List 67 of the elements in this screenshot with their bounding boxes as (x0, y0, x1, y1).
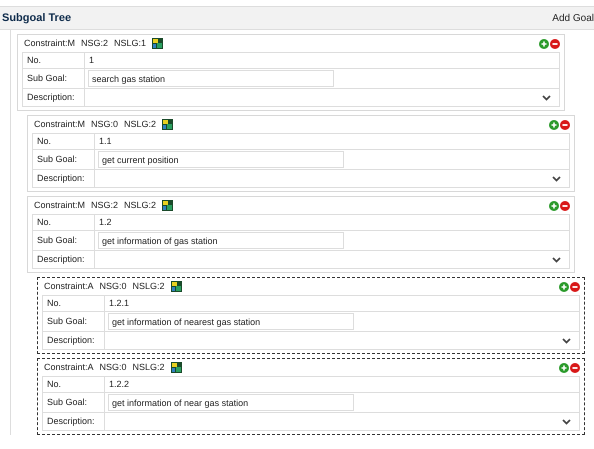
field-label: Description: (33, 170, 95, 187)
nsg-label: NSG:0 (100, 360, 127, 374)
remove-icon[interactable] (570, 282, 580, 292)
nsg-label: NSG:2 (81, 36, 108, 50)
chevron-down-icon[interactable] (562, 338, 571, 344)
remove-icon[interactable] (570, 362, 580, 372)
remove-icon[interactable] (560, 200, 570, 210)
subgoal-field[interactable]: get current position (98, 151, 344, 168)
tree-icon[interactable] (170, 362, 182, 373)
field-label: Sub Goal: (43, 393, 105, 412)
chevron-down-icon[interactable] (552, 256, 561, 262)
tree-icon[interactable] (170, 281, 182, 292)
subgoal-field[interactable]: search gas station (88, 70, 334, 87)
field-label: No. (43, 296, 105, 311)
add-icon[interactable] (539, 38, 549, 48)
constraint-label: Constraint:A (44, 280, 94, 293)
remove-icon[interactable] (550, 38, 560, 48)
add-goal-link[interactable]: Add Goal (552, 10, 594, 26)
chevron-down-icon[interactable] (562, 418, 571, 424)
subgoal-field[interactable]: get information of gas station (98, 232, 344, 249)
subgoal-field[interactable]: get information of near gas station (108, 394, 354, 411)
nslg-label: NSLG:2 (132, 280, 165, 293)
goal-card[interactable]: Constraint:A NSG:0 NSLG:2 No. 1.2.1 Sub Goal: get information of nearest gas station Description: (37, 277, 585, 354)
constraint-label: Constraint:M (24, 36, 76, 50)
field-label: Description: (33, 251, 95, 268)
nsg-label: NSG:0 (100, 280, 127, 293)
tree-icon[interactable] (162, 119, 174, 130)
nslg-label: NSLG:2 (132, 360, 165, 374)
nsg-label: NSG:0 (91, 118, 118, 131)
nslg-label: NSLG:2 (124, 198, 156, 212)
add-icon[interactable] (549, 200, 559, 210)
constraint-label: Constraint:A (44, 360, 94, 374)
nslg-label: NSLG:1 (114, 36, 146, 50)
goal-card[interactable]: Constraint:M NSG:2 NSLG:1 No. 1 Sub Goal: search gas station Description: (17, 34, 565, 111)
subgoal-field[interactable]: get information of nearest gas station (108, 313, 354, 330)
nsg-label: NSG:2 (91, 198, 118, 212)
add-icon[interactable] (559, 282, 569, 292)
field-label: Sub Goal: (33, 231, 95, 250)
field-label: No. (33, 215, 95, 230)
panel-title: Subgoal Tree (2, 10, 72, 26)
chevron-down-icon[interactable] (542, 94, 551, 100)
goal-card[interactable]: Constraint:M NSG:2 NSLG:2 No. 1.2 Sub Goal: get information of gas station Description: (27, 196, 575, 273)
goal-number: 1.2.1 (108, 296, 130, 310)
field-label: Sub Goal: (43, 312, 105, 331)
field-label: Description: (43, 413, 105, 430)
add-icon[interactable] (549, 120, 559, 130)
nslg-label: NSLG:2 (124, 118, 156, 131)
constraint-label: Constraint:M (34, 118, 86, 131)
chevron-down-icon[interactable] (552, 176, 561, 182)
goal-number: 1.2 (98, 216, 112, 229)
goal-card[interactable]: Constraint:M NSG:0 NSLG:2 No. 1.1 Sub Goal: get current position Description: (27, 115, 575, 192)
goal-number: 1 (88, 54, 94, 67)
remove-icon[interactable] (560, 120, 570, 130)
constraint-label: Constraint:M (34, 198, 86, 212)
tree-icon[interactable] (152, 38, 164, 49)
add-icon[interactable] (559, 362, 569, 372)
tree-icon[interactable] (162, 200, 174, 211)
field-label: Description: (23, 89, 85, 106)
goal-number: 1.1 (98, 134, 112, 148)
field-label: No. (33, 134, 95, 149)
field-label: Sub Goal: (23, 69, 85, 88)
field-label: No. (43, 377, 105, 392)
field-label: No. (23, 53, 85, 68)
field-label: Description: (43, 332, 105, 349)
goal-card[interactable]: Constraint:A NSG:0 NSLG:2 No. 1.2.2 Sub Goal: get information of near gas station Description: (37, 358, 585, 435)
field-label: Sub Goal: (33, 150, 95, 169)
goal-number: 1.2.2 (108, 378, 130, 391)
